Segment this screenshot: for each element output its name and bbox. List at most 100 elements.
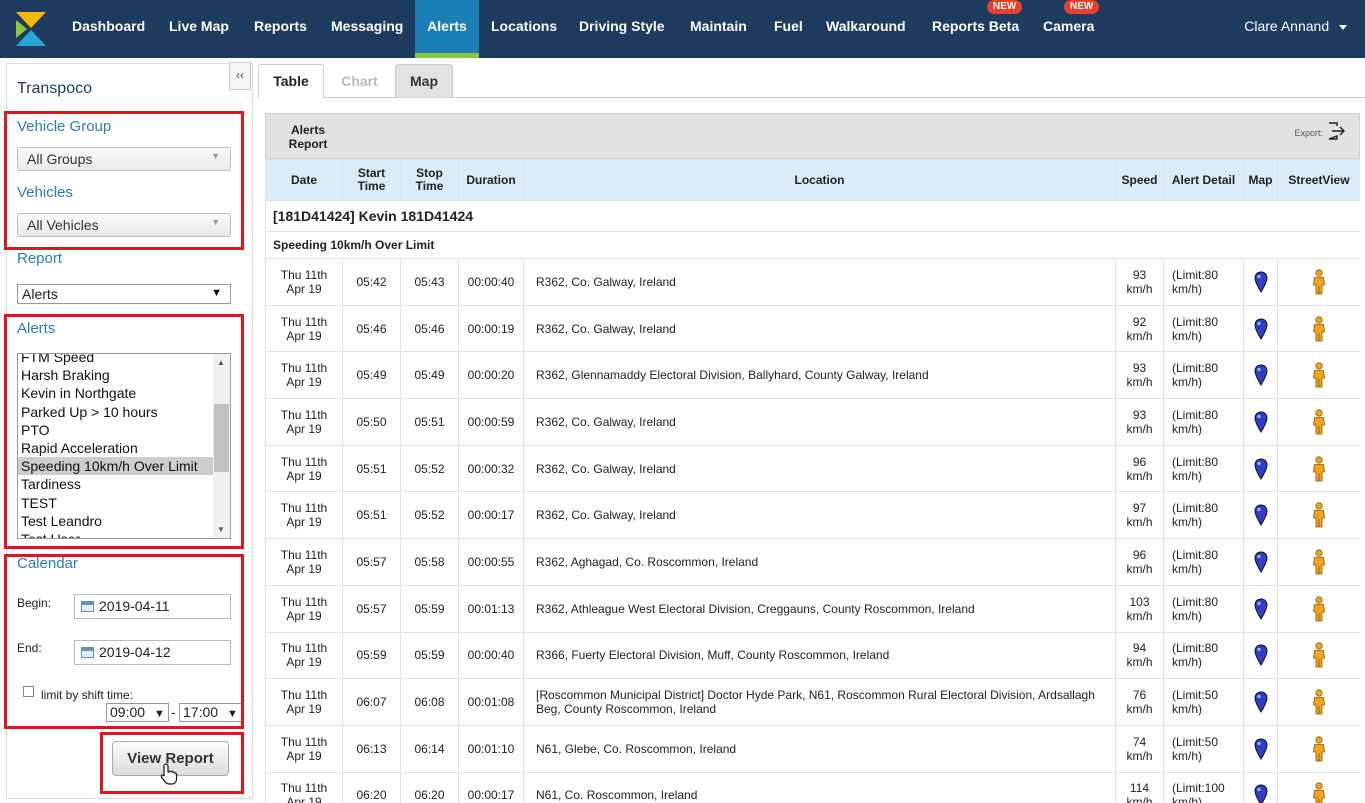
alert-option[interactable]: Parked Up > 10 hours [18,403,214,421]
alert-option[interactable]: Test Leandro [18,512,214,530]
scroll-up-arrow-icon[interactable]: ▲ [217,358,225,367]
shift-end-select[interactable]: 17:00 ▼ [179,703,242,722]
streetview-pegman-icon[interactable] [1311,455,1327,482]
listbox-scrollbar[interactable]: ▲ ▼ [213,354,230,538]
date-line: Thu 11th [280,594,328,609]
calendar-icon[interactable] [81,647,94,658]
streetview-pegman-icon[interactable] [1311,269,1327,295]
col-header-alert-detail[interactable]: Alert Detail [1163,159,1244,201]
alerts-listbox[interactable]: FTM Speed Harsh Braking Kevin in Northga… [17,353,231,539]
nav-locations[interactable]: Locations [491,0,557,58]
map-pin-icon[interactable] [1253,271,1268,293]
map-pin-icon[interactable] [1253,598,1268,620]
alert-option-selected[interactable]: Speeding 10km/h Over Limit [18,457,214,476]
streetview-pegman-icon[interactable] [1311,736,1327,762]
report-select[interactable]: Alerts ▼ [17,284,231,304]
col-header-stop-time[interactable]: Stop Time [400,159,459,201]
begin-date-input[interactable]: 2019-04-11 [74,594,231,619]
map-pin-icon[interactable] [1253,364,1268,387]
alert-option[interactable]: PTO [18,421,214,439]
nav-maintain[interactable]: Maintain [690,0,747,58]
streetview-pegman-icon[interactable] [1311,315,1327,342]
streetview-pegman-icon[interactable] [1311,409,1327,435]
nav-alerts[interactable]: Alerts [415,0,479,58]
cell-stop-time: 05:59 [400,631,459,680]
streetview-pegman-icon[interactable] [1311,362,1327,388]
streetview-pegman-icon[interactable] [1311,596,1327,622]
alert-option[interactable]: Tardiness [18,475,214,493]
streetview-pegman-icon[interactable] [1311,782,1327,803]
cell-stop-time: 05:58 [400,538,459,586]
alerts-table: Date Start Time Stop Time Duration Locat… [265,159,1360,803]
alert-option[interactable]: TEST [18,494,214,512]
map-pin-icon[interactable] [1253,691,1268,714]
map-pin-icon[interactable] [1253,458,1268,480]
col-header-duration[interactable]: Duration [458,159,524,201]
calendar-icon[interactable] [81,601,94,612]
col-header-date[interactable]: Date [265,159,343,201]
speed-unit: km/h [1126,328,1153,343]
shift-time-checkbox[interactable] [23,686,34,697]
scroll-down-arrow-icon[interactable]: ▼ [217,525,225,534]
collapse-sidebar-button[interactable]: ‹‹ [229,62,251,90]
alert-option[interactable]: Rapid Acceleration [18,439,214,457]
speed-unit: km/h [1126,748,1153,763]
export-icon[interactable] [1327,122,1347,140]
tab-table[interactable]: Table [258,64,324,98]
tab-map[interactable]: Map [395,64,453,97]
scrollbar-thumb[interactable] [214,404,229,472]
calendar-label: Calendar [17,555,78,572]
cell-location: N61, Co. Roscommon, Ireland [523,771,1116,803]
cell-start-time: 05:59 [342,631,401,680]
col-header-streetview[interactable]: StreetView [1277,159,1360,201]
col-header-start-time[interactable]: Start Time [342,159,401,201]
nav-live-map[interactable]: Live Map [169,0,229,58]
speed-value: 76 [1132,688,1147,703]
cell-speed: 114 km/h [1115,771,1164,803]
date-line: Thu 11th [280,781,328,796]
map-pin-icon[interactable] [1253,644,1268,667]
map-pin-icon[interactable] [1253,318,1268,340]
transpoco-logo-icon[interactable] [14,10,48,48]
nav-dashboard[interactable]: Dashboard [72,0,145,58]
speed-value: 94 [1132,641,1147,656]
streetview-pegman-icon[interactable] [1311,689,1327,715]
col-header-speed[interactable]: Speed [1115,159,1164,201]
col-header-location[interactable]: Location [523,159,1116,201]
vehicle-group-select[interactable]: All Groups ▼ [17,147,231,171]
nav-walkaround[interactable]: Walkaround [826,0,906,58]
cell-location: R362, Co. Galway, Ireland [523,444,1116,493]
cell-stop-time: 05:51 [400,398,459,446]
map-pin-icon[interactable] [1253,504,1268,527]
alert-option[interactable]: FTM Speed [18,354,214,366]
nav-reports[interactable]: Reports [254,0,307,58]
nav-driving-style[interactable]: Driving Style [579,0,665,58]
alert-option[interactable]: Harsh Braking [18,366,214,384]
cell-streetview [1277,538,1360,586]
date-line: Apr 19 [286,795,322,803]
map-pin-icon[interactable] [1253,784,1268,803]
nav-messaging[interactable]: Messaging [331,0,403,58]
vehicles-select[interactable]: All Vehicles ▼ [17,213,231,237]
nav-fuel[interactable]: Fuel [774,0,803,58]
cell-start-time: 05:46 [342,304,401,353]
shift-start-select[interactable]: 09:00 ▼ [106,703,169,722]
streetview-pegman-icon[interactable] [1311,642,1327,668]
cell-date: Thu 11th Apr 19 [265,771,343,803]
alert-option[interactable]: Kevin in Northgate [18,384,214,402]
cell-date: Thu 11th Apr 19 [265,584,343,633]
cell-duration: 00:00:17 [458,771,524,803]
alert-option[interactable]: Test User [18,530,214,538]
col-header-map[interactable]: Map [1243,159,1278,201]
end-date-input[interactable]: 2019-04-12 [74,640,231,665]
streetview-pegman-icon[interactable] [1311,549,1327,575]
cell-start-time: 05:51 [342,444,401,493]
dropdown-arrow-icon: ▼ [211,287,222,299]
map-pin-icon[interactable] [1253,738,1268,760]
user-menu[interactable]: Clare Annand [1244,0,1347,52]
map-pin-icon[interactable] [1253,551,1268,573]
map-pin-icon[interactable] [1253,411,1268,433]
table-row: Thu 11th Apr 19 05:42 05:43 00:00:40 R362, Co… [265,258,1360,306]
tab-chart[interactable]: Chart [326,64,393,97]
streetview-pegman-icon[interactable] [1311,502,1327,528]
